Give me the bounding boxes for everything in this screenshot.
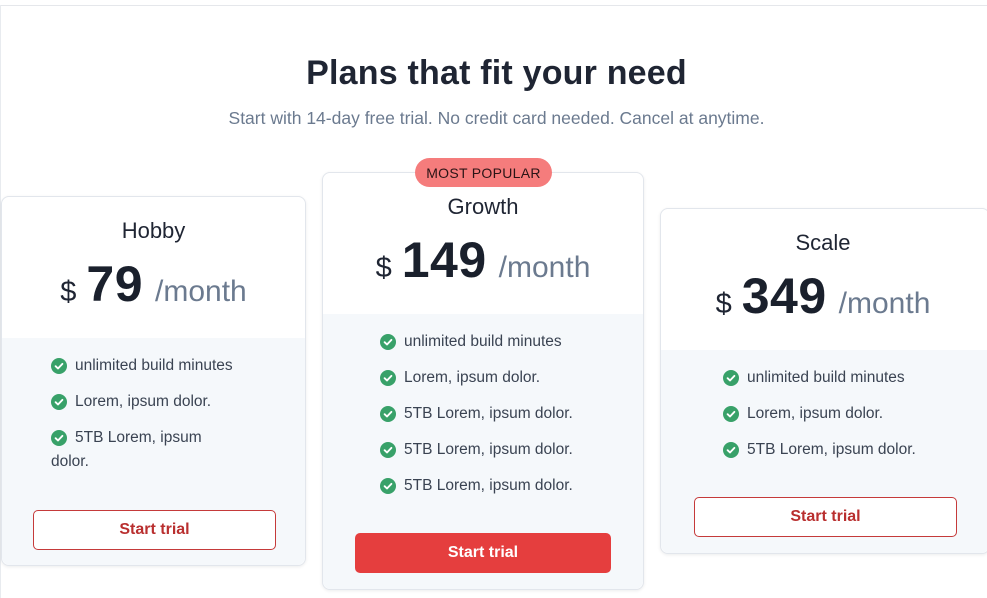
top-divider [0, 5, 987, 6]
feature-list: unlimited build minutes Lorem, ipsum dol… [380, 330, 620, 510]
start-trial-button[interactable]: Start trial [694, 497, 957, 537]
page-subtitle: Start with 14-day free trial. No credit … [228, 108, 765, 128]
feature-text: 5TB Lorem, ipsum dolor. [747, 441, 916, 458]
check-circle-icon [51, 394, 67, 410]
feature-text: 5TB Lorem, ipsum dolor. [51, 429, 202, 470]
feature-item: Lorem, ipsum dolor. [380, 366, 620, 390]
price-amount: 349 [741, 268, 827, 324]
price-period: /month [155, 275, 247, 308]
most-popular-badge: MOST POPULAR [415, 158, 552, 187]
feature-item: 5TB Lorem, ipsum dolor. [723, 438, 963, 462]
feature-item: 5TB Lorem, ipsum dolor. [380, 474, 620, 498]
price-row: $ 149 /month [323, 231, 643, 289]
feature-list: unlimited build minutes Lorem, ipsum dol… [723, 366, 963, 474]
feature-text: Lorem, ipsum dolor. [404, 369, 541, 386]
plan-name: Growth [447, 194, 519, 219]
feature-text: 5TB Lorem, ipsum dolor. [404, 441, 573, 458]
feature-item: Lorem, ipsum dolor. [51, 390, 251, 414]
currency-symbol: $ [60, 276, 77, 308]
feature-item: 5TB Lorem, ipsum dolor. [380, 438, 620, 462]
pricing-page: Plans that fit your need Start with 14-d… [0, 0, 987, 598]
page-title: Plans that fit your need [306, 54, 687, 92]
price-row: $ 79 /month [2, 255, 305, 313]
feature-text: 5TB Lorem, ipsum dolor. [404, 405, 573, 422]
feature-text: unlimited build minutes [75, 357, 233, 374]
feature-item: 5TB Lorem, ipsum dolor. [51, 426, 221, 474]
plan-name: Scale [795, 230, 851, 255]
plan-name: Hobby [121, 218, 186, 243]
price-amount: 79 [86, 256, 144, 312]
price-period: /month [498, 251, 591, 284]
price-row: $ 349 /month [661, 267, 987, 325]
check-circle-icon [723, 370, 739, 386]
feature-item: 5TB Lorem, ipsum dolor. [380, 402, 620, 426]
check-circle-icon [380, 478, 396, 494]
start-trial-button[interactable]: Start trial [33, 510, 276, 550]
check-circle-icon [380, 406, 396, 422]
feature-text: Lorem, ipsum dolor. [747, 405, 884, 422]
check-circle-icon [51, 430, 67, 446]
feature-list: unlimited build minutes Lorem, ipsum dol… [51, 354, 251, 486]
feature-item: unlimited build minutes [723, 366, 963, 390]
currency-symbol: $ [375, 252, 392, 284]
price-amount: 149 [401, 232, 487, 288]
feature-text: unlimited build minutes [747, 369, 905, 386]
feature-item: unlimited build minutes [380, 330, 620, 354]
check-circle-icon [51, 358, 67, 374]
check-circle-icon [723, 442, 739, 458]
check-circle-icon [380, 370, 396, 386]
feature-text: Lorem, ipsum dolor. [75, 393, 212, 410]
plan-card-hobby: Hobby $ 79 /month unlimited build minute… [1, 196, 306, 566]
currency-symbol: $ [715, 288, 732, 320]
feature-text: unlimited build minutes [404, 333, 562, 350]
price-period: /month [838, 287, 931, 320]
check-circle-icon [380, 442, 396, 458]
feature-text: 5TB Lorem, ipsum dolor. [404, 477, 573, 494]
feature-item: unlimited build minutes [51, 354, 251, 378]
check-circle-icon [380, 334, 396, 350]
plan-card-scale: Scale $ 349 /month unlimited build minut… [660, 208, 987, 554]
check-circle-icon [723, 406, 739, 422]
feature-item: Lorem, ipsum dolor. [723, 402, 963, 426]
start-trial-button[interactable]: Start trial [355, 533, 611, 573]
plan-card-growth: MOST POPULAR Growth $ 149 /month unlimit… [322, 158, 644, 590]
